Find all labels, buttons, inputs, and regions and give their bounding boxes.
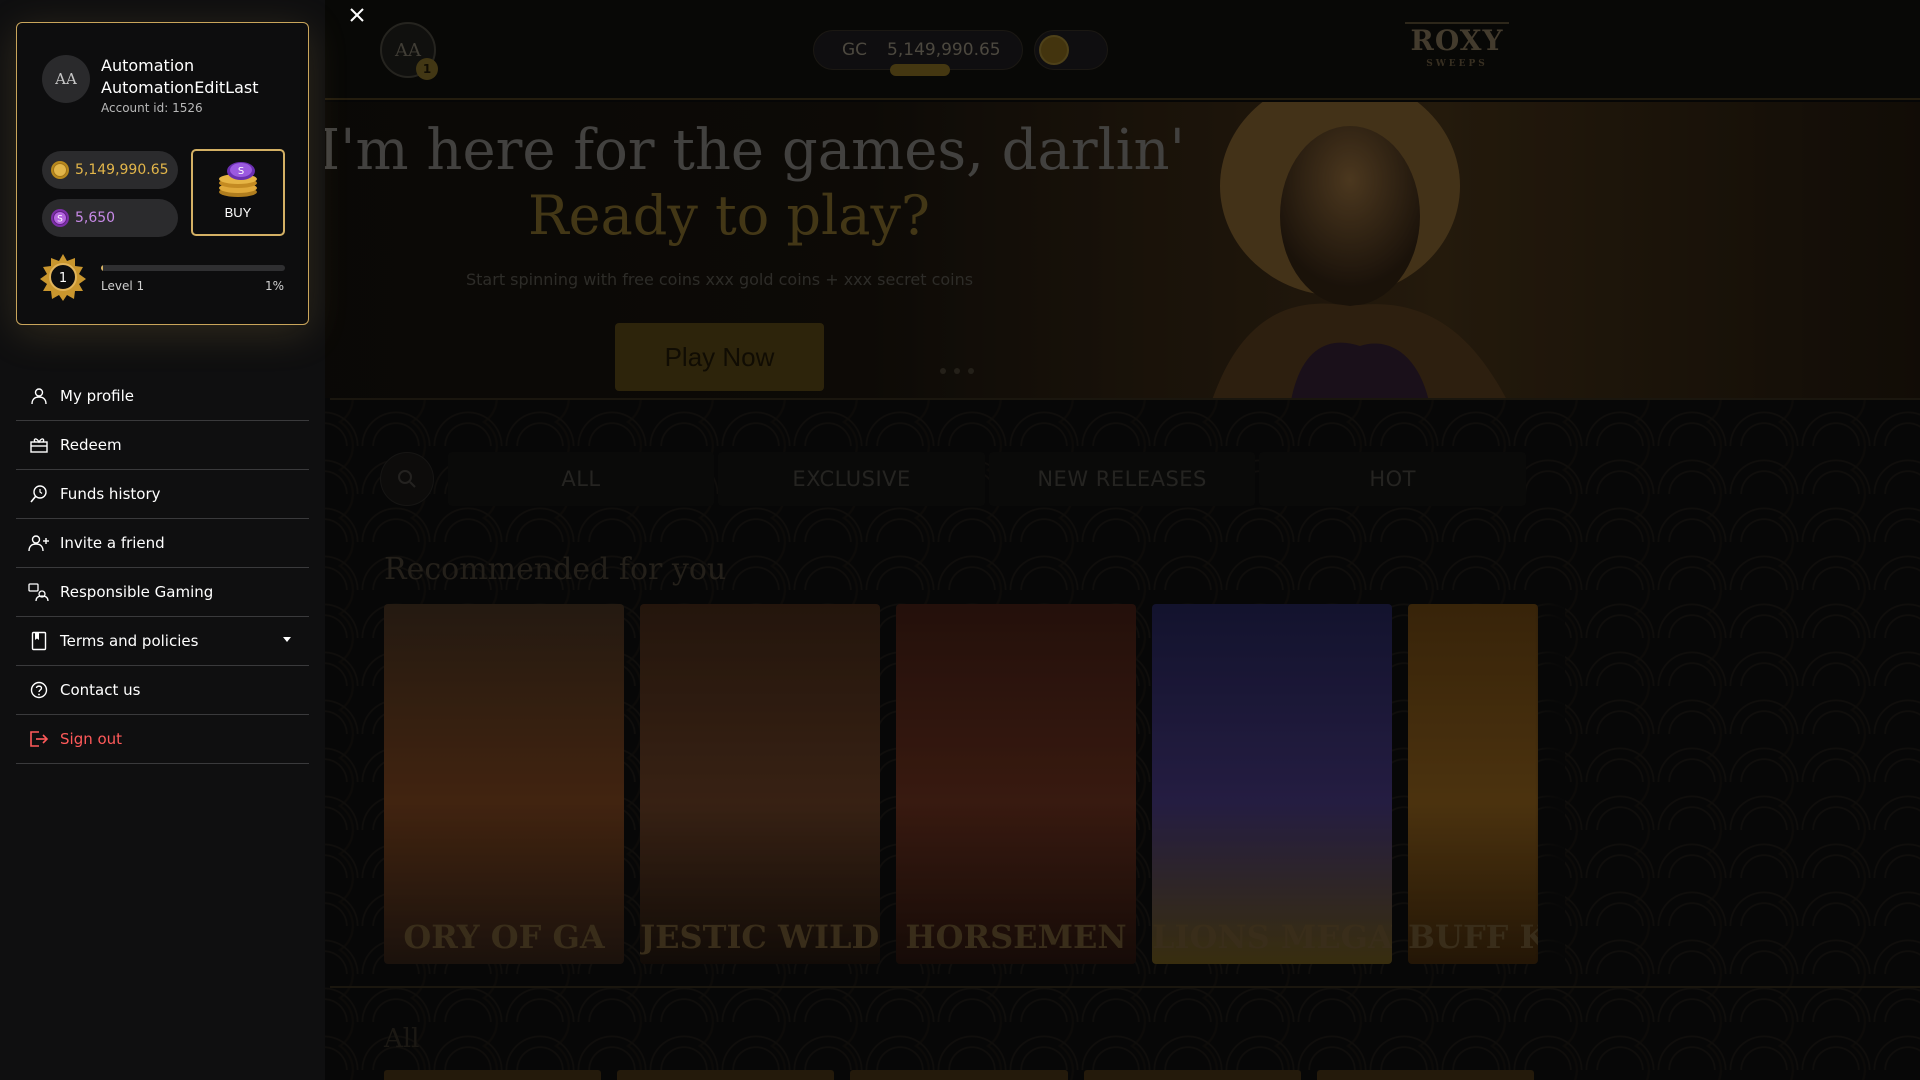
responsible-gaming-icon [28, 581, 50, 603]
svg-text:S: S [238, 166, 244, 177]
coin-stack-icon: S [219, 162, 257, 197]
level-progress-bar [101, 265, 285, 271]
profile-name: Automation AutomationEditLast [101, 56, 259, 97]
secret-coin-icon: S [51, 209, 69, 227]
secret-coin-amount: 5,650 [75, 210, 116, 226]
help-circle-icon [28, 679, 50, 701]
level-badge-icon: 1 [40, 254, 86, 301]
account-id: Account id: 1526 [101, 101, 203, 115]
menu-item-funds-history[interactable]: Funds history [16, 470, 309, 519]
svg-text:S: S [57, 215, 63, 225]
gift-icon [28, 434, 50, 456]
menu-item-redeem[interactable]: Redeem [16, 421, 309, 470]
menu-item-label: Sign out [60, 730, 123, 748]
gold-coin-balance[interactable]: 5,149,990.65 [42, 151, 178, 189]
account-side-drawer: AA Automation AutomationEditLast Account… [0, 0, 325, 1080]
menu-item-responsible-gaming[interactable]: Responsible Gaming [16, 568, 309, 617]
close-drawer-button[interactable] [344, 2, 370, 28]
menu-item-label: Invite a friend [60, 534, 165, 552]
buy-button[interactable]: S BUY [191, 149, 285, 236]
level-progress-fill [101, 265, 103, 271]
account-menu: My profile Redeem Funds history Invite a… [16, 372, 309, 764]
level-percent: 1% [264, 279, 284, 293]
menu-item-label: Redeem [60, 436, 122, 454]
gold-coin-icon [51, 161, 69, 179]
menu-item-label: My profile [60, 387, 134, 405]
document-icon [28, 630, 50, 652]
menu-item-terms-and-policies[interactable]: Terms and policies [16, 617, 309, 666]
user-icon [28, 385, 50, 407]
sign-out-icon [28, 728, 50, 750]
history-search-icon [28, 483, 50, 505]
menu-item-contact-us[interactable]: Contact us [16, 666, 309, 715]
close-icon [350, 8, 364, 22]
gold-coin-amount: 5,149,990.65 [75, 162, 169, 178]
level-label: Level 1 [101, 279, 145, 293]
menu-item-my-profile[interactable]: My profile [16, 372, 309, 421]
invite-user-icon [28, 532, 50, 554]
menu-item-label: Responsible Gaming [60, 583, 214, 601]
menu-item-label: Funds history [60, 485, 161, 503]
profile-card: AA Automation AutomationEditLast Account… [16, 22, 309, 325]
buy-label: BUY [224, 205, 252, 220]
level-badge-number: 1 [59, 271, 67, 286]
chevron-down-icon[interactable] [283, 637, 291, 642]
menu-item-label: Contact us [60, 681, 141, 699]
menu-item-sign-out[interactable]: Sign out [16, 715, 309, 764]
menu-item-label: Terms and policies [60, 632, 199, 650]
menu-item-invite-a-friend[interactable]: Invite a friend [16, 519, 309, 568]
avatar[interactable]: AA [42, 55, 90, 103]
secret-coin-balance[interactable]: S 5,650 [42, 199, 178, 237]
